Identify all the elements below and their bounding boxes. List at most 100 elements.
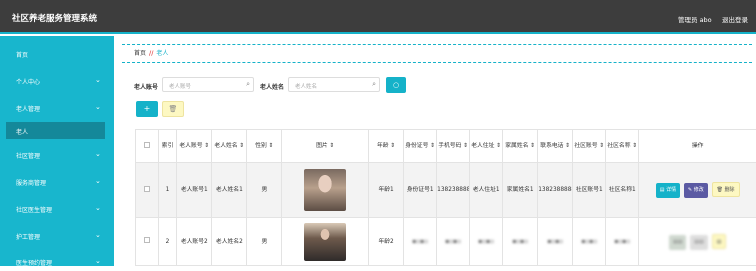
sidebar-item-label: 首页: [16, 50, 28, 59]
account-search-label: 老人账号: [134, 82, 158, 91]
search-button[interactable]: ○: [386, 77, 406, 93]
cell-idcard: ▪▫▪▫: [404, 218, 437, 266]
breadcrumb-separator: //: [149, 50, 153, 57]
plus-icon: +: [144, 104, 151, 113]
breadcrumb-home[interactable]: 首页: [134, 50, 146, 57]
account-search-input[interactable]: 老人账号 ⌕: [162, 77, 254, 92]
sidebar-item-provider-management[interactable]: 服务商管理 ⌄: [0, 173, 114, 191]
delete-label: 删除: [725, 187, 735, 193]
chevron-down-icon: ⌄: [95, 150, 101, 158]
column-header[interactable]: 身份证号 ⇕: [404, 130, 437, 163]
chevron-down-icon: ⌄: [95, 103, 101, 111]
batch-delete-button[interactable]: 🗑: [162, 101, 184, 117]
column-header[interactable]: 家属姓名 ⇕: [503, 130, 538, 163]
column-header: 操作: [639, 130, 756, 163]
sidebar-item-label: 服务商管理: [16, 178, 46, 187]
column-header[interactable]: 社区账号 ⇕: [573, 130, 606, 163]
row-checkbox-cell[interactable]: [136, 163, 159, 218]
edit-label: 修改: [694, 187, 704, 193]
cell-actions: ▤ 详情 ✎ 修改 🗑 删除: [639, 163, 756, 218]
sidebar-item-appointment-management[interactable]: 医生预约管理 ⌄: [0, 253, 114, 271]
column-header[interactable]: 图片 ⇕: [282, 130, 369, 163]
chevron-down-icon: ⌄: [95, 231, 101, 239]
cell-age: 年龄2: [369, 218, 404, 266]
chevron-down-icon: ⌄: [95, 204, 101, 212]
add-button[interactable]: +: [136, 101, 158, 117]
delete-button[interactable]: 🗑 删除: [712, 182, 740, 197]
checkbox[interactable]: [144, 237, 150, 243]
column-header[interactable]: 老人住址 ⇕: [470, 130, 503, 163]
elder-table: 索引 老人账号 ⇕ 老人姓名 ⇕ 性别 ⇕ 图片 ⇕ 年龄 ⇕ 身份证号 ⇕ 手…: [135, 129, 756, 266]
chevron-down-icon: ⌄: [95, 177, 101, 185]
top-bar: 社区养老服务管理系统 管理员 abo 退出登录: [0, 0, 756, 34]
divider: [122, 44, 752, 45]
sidebar-item-label: 个人中心: [16, 77, 40, 86]
detail-button[interactable]: ▤▤: [669, 235, 686, 250]
select-all-checkbox[interactable]: [136, 130, 159, 163]
elder-photo: [304, 169, 346, 211]
breadcrumb: 首页//老人: [134, 48, 168, 57]
sidebar-item-home[interactable]: 首页: [0, 45, 114, 63]
edit-button[interactable]: ✎ 修改: [684, 183, 708, 198]
cell-idcard: 身份证号1: [404, 163, 437, 218]
sidebar-item-elder[interactable]: 老人: [6, 122, 105, 139]
column-header: 索引: [158, 130, 177, 163]
column-header[interactable]: 老人账号 ⇕: [177, 130, 212, 163]
column-header[interactable]: 年龄 ⇕: [369, 130, 404, 163]
cell-family: 家属姓名1: [503, 163, 538, 218]
cell-phone: 13823888881: [437, 163, 470, 218]
detail-button[interactable]: ▤ 详情: [656, 183, 680, 198]
sidebar-item-caregiver-management[interactable]: 护工管理 ⌄: [0, 227, 114, 245]
elder-photo: [304, 223, 346, 261]
cell-index: 2: [158, 218, 177, 266]
logout-link[interactable]: 退出登录: [722, 14, 748, 24]
delete-button[interactable]: ▤: [712, 234, 727, 249]
cell-address: ▪▫▪▫: [470, 218, 503, 266]
sidebar-item-community-management[interactable]: 社区管理 ⌄: [0, 146, 114, 164]
sidebar-item-doctor-management[interactable]: 社区医生管理 ⌄: [0, 200, 114, 218]
trash-icon: 🗑: [169, 105, 178, 113]
detail-label: 详情: [666, 187, 676, 193]
column-header[interactable]: 社区名称 ⇕: [606, 130, 639, 163]
name-search-label: 老人姓名: [260, 82, 284, 91]
column-header[interactable]: 性别 ⇕: [247, 130, 282, 163]
search-icon: ⌕: [372, 80, 376, 89]
sidebar-item-personal-center[interactable]: 个人中心 ⌄: [0, 72, 114, 90]
row-checkbox-cell[interactable]: [136, 218, 159, 266]
cell-account: 老人账号1: [177, 163, 212, 218]
account-search-placeholder: 老人账号: [169, 84, 191, 90]
cell-family: ▪▫▪▫: [503, 218, 538, 266]
cell-name: 老人姓名2: [212, 218, 247, 266]
sidebar-item-label: 社区管理: [16, 151, 40, 160]
cell-gender: 男: [247, 163, 282, 218]
cell-community-account: 社区账号1: [573, 163, 606, 218]
app-title: 社区养老服务管理系统: [12, 12, 97, 24]
chevron-down-icon: ⌄: [95, 257, 101, 265]
cell-contact: 13823888881: [538, 163, 573, 218]
sidebar-item-label: 老人管理: [16, 104, 40, 113]
search-icon: ○: [393, 81, 399, 89]
table-row: 2 老人账号2 老人姓名2 男 年龄2 ▪▫▪▫ ▪▫▪▫ ▪▫▪▫ ▪▫▪▫ …: [136, 218, 756, 266]
column-header[interactable]: 手机号码 ⇕: [437, 130, 470, 163]
sidebar-item-elder-management[interactable]: 老人管理 ⌄: [0, 99, 114, 117]
name-search-input[interactable]: 老人姓名 ⌕: [288, 77, 380, 92]
breadcrumb-current: 老人: [156, 50, 168, 57]
sidebar-item-label: 老人: [16, 127, 28, 136]
column-header[interactable]: 联系电话 ⇕: [538, 130, 573, 163]
cell-name: 老人姓名1: [212, 163, 247, 218]
column-header[interactable]: 老人姓名 ⇕: [212, 130, 247, 163]
checkbox[interactable]: [144, 142, 150, 148]
main-content: 首页//老人 老人账号 老人账号 ⌕ 老人姓名 老人姓名 ⌕ ○ + 🗑 索引 …: [114, 36, 756, 266]
cell-gender: 男: [247, 218, 282, 266]
checkbox[interactable]: [144, 186, 150, 192]
name-search-placeholder: 老人姓名: [295, 84, 317, 90]
cell-photo: [282, 218, 369, 266]
cell-community-name: 社区名称1: [606, 163, 639, 218]
cell-index: 1: [158, 163, 177, 218]
sidebar-item-label: 社区医生管理: [16, 205, 52, 214]
table-header-row: 索引 老人账号 ⇕ 老人姓名 ⇕ 性别 ⇕ 图片 ⇕ 年龄 ⇕ 身份证号 ⇕ 手…: [136, 130, 756, 163]
cell-photo: [282, 163, 369, 218]
edit-button[interactable]: ▤▤: [690, 235, 707, 250]
divider: [122, 62, 752, 63]
chevron-down-icon: ⌄: [95, 76, 101, 84]
